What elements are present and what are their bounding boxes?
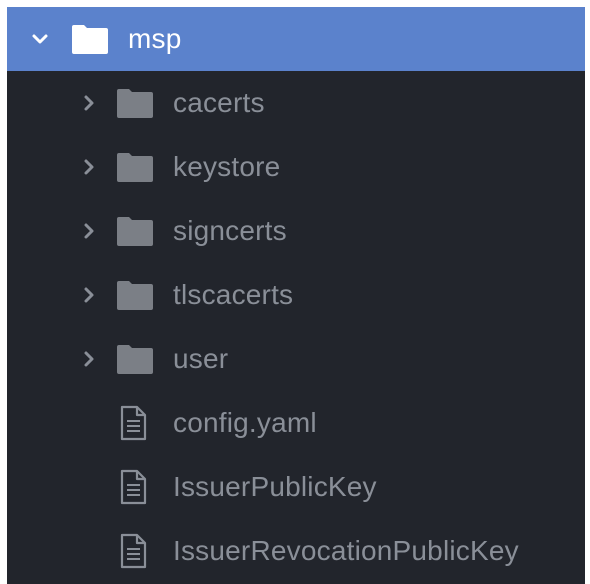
chevron-right-icon[interactable] — [78, 71, 100, 135]
tree-item-label: keystore — [173, 151, 281, 182]
folder-icon — [116, 199, 154, 263]
chevron-right-icon[interactable] — [78, 327, 100, 391]
folder-icon — [116, 263, 154, 327]
tree-item-signcerts[interactable]: signcerts — [7, 199, 585, 263]
tree-item-label: IssuerRevocationPublicKey — [173, 535, 519, 566]
tree-item-msp[interactable]: msp — [7, 7, 585, 71]
tree-item-issuerpublickey[interactable]: IssuerPublicKey — [7, 455, 585, 519]
folder-icon — [116, 327, 154, 391]
file-tree-panel: msp cacerts keystore signcerts tlscacert… — [7, 7, 585, 584]
tree-item-label: msp — [128, 23, 182, 54]
tree-item-issuerrevocationpublickey[interactable]: IssuerRevocationPublicKey — [7, 519, 585, 583]
folder-icon — [116, 135, 154, 199]
tree-item-tlscacerts[interactable]: tlscacerts — [7, 263, 585, 327]
tree-item-label: user — [173, 343, 229, 374]
tree-item-config-yaml[interactable]: config.yaml — [7, 391, 585, 455]
tree-item-cacerts[interactable]: cacerts — [7, 71, 585, 135]
chevron-right-icon[interactable] — [78, 135, 100, 199]
tree-item-keystore[interactable]: keystore — [7, 135, 585, 199]
tree-item-label: tlscacerts — [173, 279, 294, 310]
tree-item-label: cacerts — [173, 87, 265, 118]
tree-item-label: signcerts — [173, 215, 287, 246]
file-icon — [119, 391, 147, 455]
file-icon — [119, 455, 147, 519]
chevron-down-icon[interactable] — [29, 7, 51, 71]
tree-item-label: IssuerPublicKey — [173, 471, 377, 502]
folder-icon — [116, 71, 154, 135]
file-icon — [119, 519, 147, 583]
chevron-right-icon[interactable] — [78, 199, 100, 263]
tree-item-user[interactable]: user — [7, 327, 585, 391]
tree-item-label: config.yaml — [173, 407, 317, 438]
folder-icon — [71, 7, 109, 71]
chevron-right-icon[interactable] — [78, 263, 100, 327]
